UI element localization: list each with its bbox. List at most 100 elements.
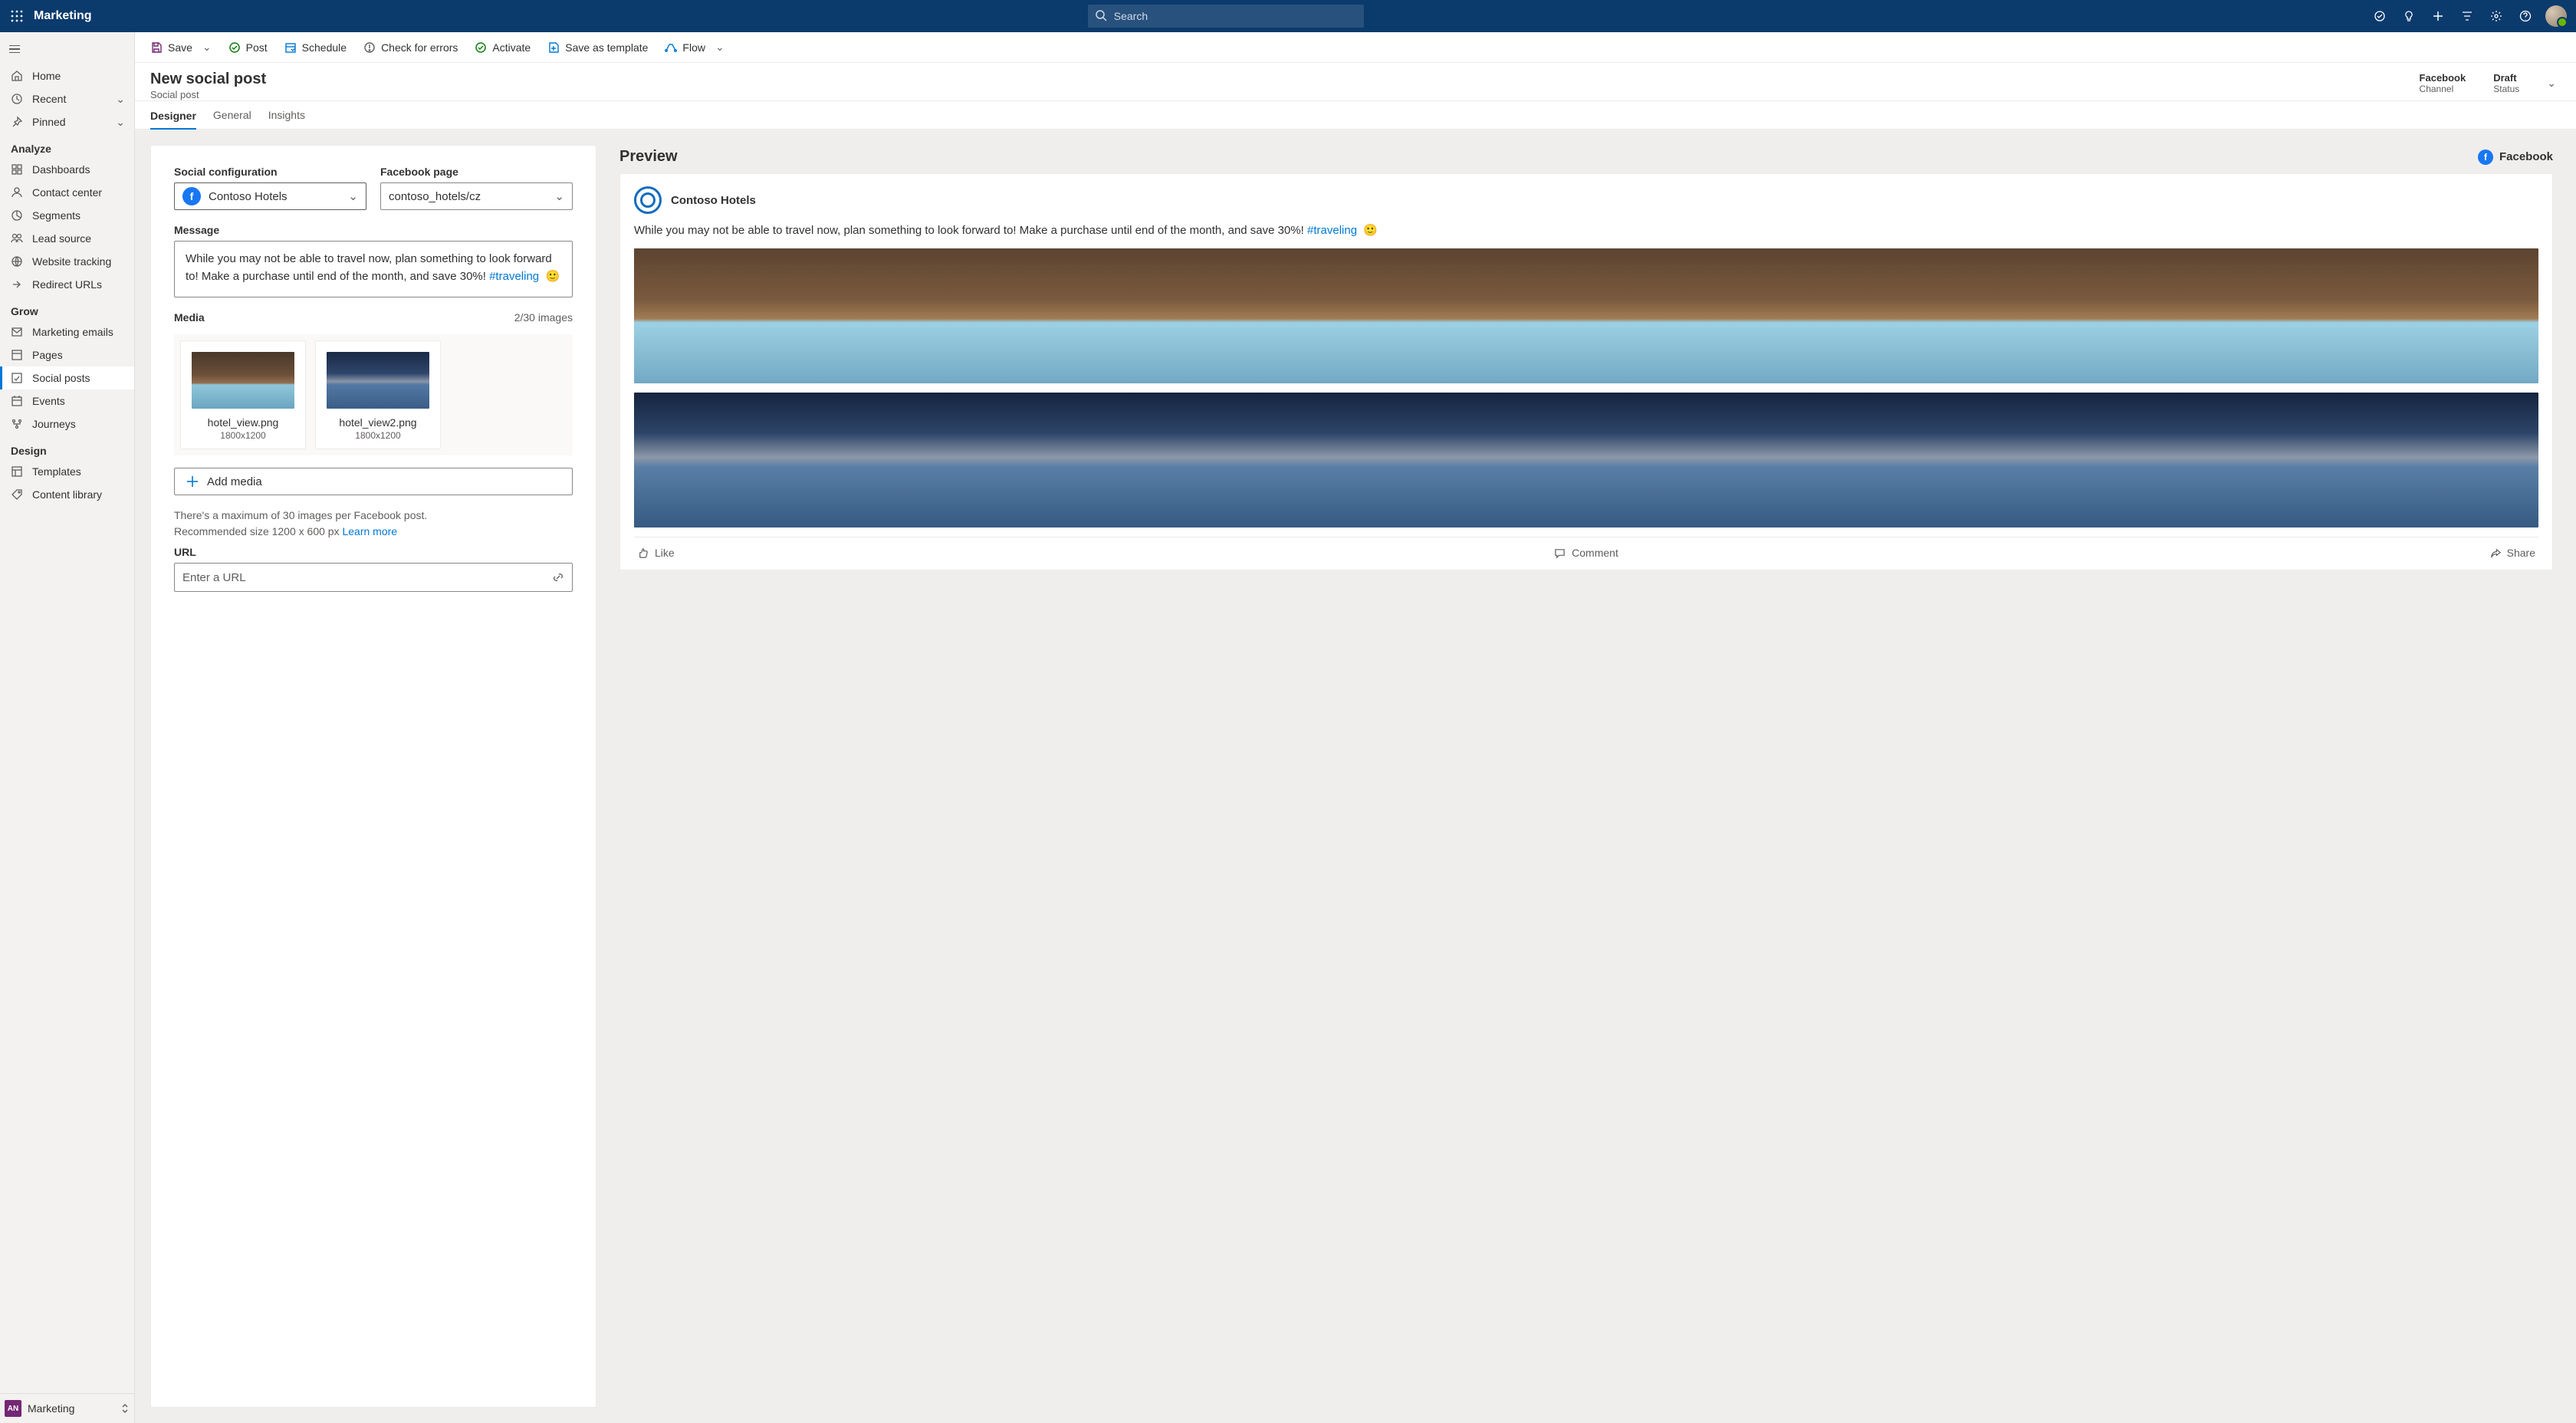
sidebar-item-label: Content library: [32, 488, 102, 501]
sidebar-item-label: Templates: [32, 465, 81, 478]
settings-icon[interactable]: [2482, 0, 2510, 32]
emoji-icon: 🙂: [545, 270, 560, 283]
sidebar-item-label: Recent: [32, 93, 66, 105]
sidebar-item-label: Marketing emails: [32, 326, 113, 338]
sidebar-item-social-posts[interactable]: Social posts: [0, 366, 134, 389]
sidebar-item-label: Journeys: [32, 418, 76, 430]
fb-page-label: Facebook page: [380, 166, 573, 178]
tab-designer[interactable]: Designer: [150, 110, 196, 130]
cmd-save[interactable]: Save⌄: [143, 32, 219, 63]
add-media-button[interactable]: Add media: [174, 468, 573, 495]
media-grid: hotel_view.png 1800x1200 hotel_view2.png…: [174, 334, 573, 455]
sidebar-section-grow: Grow: [0, 296, 134, 320]
area-switcher[interactable]: AN Marketing: [0, 1393, 134, 1423]
url-label: URL: [174, 546, 573, 558]
preview-text: While you may not be able to travel now,…: [634, 222, 2538, 239]
media-note: There's a maximum of 30 images per Faceb…: [174, 508, 573, 540]
preview-title: Preview: [619, 148, 678, 166]
learn-more-link[interactable]: Learn more: [342, 525, 397, 537]
chevron-down-icon[interactable]: ⌄: [202, 41, 212, 54]
command-bar: Save⌄ Post Schedule Check for errors Act…: [135, 32, 2576, 63]
sidebar-item-website-tracking[interactable]: Website tracking: [0, 250, 134, 273]
sidebar-item-pages[interactable]: Pages: [0, 343, 134, 366]
preview-card: Contoso Hotels While you may not be able…: [619, 173, 2553, 570]
tab-insights[interactable]: Insights: [268, 109, 305, 129]
app-title: Marketing: [29, 9, 92, 23]
updown-icon: [120, 1403, 130, 1414]
app-launcher[interactable]: [5, 4, 29, 28]
collapse-nav-icon[interactable]: [9, 41, 25, 57]
chevron-down-icon: ⌄: [554, 189, 564, 203]
fb-page-select[interactable]: contoso_hotels/cz ⌄: [380, 182, 573, 210]
share-button[interactable]: Share: [1904, 544, 2538, 562]
cmd-save-template[interactable]: Save as template: [540, 32, 656, 63]
media-item[interactable]: hotel_view2.png 1800x1200: [315, 340, 441, 449]
cmd-activate[interactable]: Activate: [467, 32, 538, 63]
sidebar-item-content-library[interactable]: Content library: [0, 483, 134, 506]
url-input[interactable]: Enter a URL: [174, 563, 573, 592]
sidebar-item-label: Home: [32, 70, 61, 82]
expand-header-icon[interactable]: ⌄: [2547, 77, 2556, 90]
tab-general[interactable]: General: [213, 109, 251, 129]
sidebar-item-label: Pinned: [32, 116, 66, 128]
cmd-check-errors[interactable]: Check for errors: [356, 32, 465, 63]
chevron-down-icon: ⌄: [116, 93, 125, 106]
user-avatar[interactable]: [2545, 5, 2567, 27]
message-textarea[interactable]: While you may not be able to travel now,…: [174, 241, 573, 297]
sidebar-item-marketing-emails[interactable]: Marketing emails: [0, 320, 134, 343]
search-icon: [1095, 9, 1107, 21]
chevron-down-icon: ⌄: [715, 41, 724, 54]
social-config-label: Social configuration: [174, 166, 366, 178]
sidebar-item-journeys[interactable]: Journeys: [0, 412, 134, 435]
header-status: DraftStatus: [2493, 72, 2519, 94]
sidebar-item-pinned[interactable]: Pinned ⌄: [0, 110, 134, 133]
area-badge: AN: [5, 1400, 21, 1417]
sidebar-item-segments[interactable]: Segments: [0, 204, 134, 227]
cmd-flow[interactable]: Flow⌄: [657, 32, 731, 63]
message-label: Message: [174, 224, 573, 236]
tabs: Designer General Insights: [135, 109, 2576, 129]
chevron-down-icon: ⌄: [348, 189, 358, 203]
add-icon[interactable]: [2424, 0, 2452, 32]
preview-image: [634, 393, 2538, 527]
sidebar-item-lead-source[interactable]: Lead source: [0, 227, 134, 250]
sidebar-item-label: Contact center: [32, 186, 102, 199]
filter-icon[interactable]: [2453, 0, 2481, 32]
sidebar-item-home[interactable]: Home: [0, 64, 134, 87]
sidebar-item-label: Dashboards: [32, 163, 90, 176]
comment-button[interactable]: Comment: [1269, 544, 1904, 562]
area-label: Marketing: [28, 1402, 74, 1415]
sidebar-item-label: Redirect URLs: [32, 278, 102, 291]
cmd-schedule[interactable]: Schedule: [277, 32, 354, 63]
social-config-select[interactable]: f Contoso Hotels ⌄: [174, 182, 366, 210]
like-button[interactable]: Like: [634, 544, 1269, 562]
media-item[interactable]: hotel_view.png 1800x1200: [180, 340, 306, 449]
header-channel: FacebookChannel: [2420, 72, 2466, 94]
assistant-icon[interactable]: [2366, 0, 2394, 32]
designer-form: Social configuration f Contoso Hotels ⌄ …: [150, 145, 596, 1408]
cmd-post[interactable]: Post: [221, 32, 275, 63]
preview-panel: Preview f Facebook Contoso Hotels While …: [612, 130, 2576, 1423]
sidebar-item-label: Pages: [32, 349, 63, 361]
sidebar-item-recent[interactable]: Recent ⌄: [0, 87, 134, 110]
sidebar-item-events[interactable]: Events: [0, 389, 134, 412]
lightbulb-icon[interactable]: [2395, 0, 2423, 32]
sidebar: Home Recent ⌄ Pinned ⌄ Analyze Dashboard…: [0, 32, 135, 1423]
sidebar-item-templates[interactable]: Templates: [0, 460, 134, 483]
main-area: Save⌄ Post Schedule Check for errors Act…: [135, 32, 2576, 1423]
search-input[interactable]: [1088, 5, 1364, 28]
sidebar-item-label: Lead source: [32, 232, 91, 245]
record-header: New social post Social post FacebookChan…: [135, 63, 2576, 101]
sidebar-section-analyze: Analyze: [0, 133, 134, 158]
help-icon[interactable]: [2512, 0, 2539, 32]
sidebar-item-label: Segments: [32, 209, 80, 222]
sidebar-item-contact-center[interactable]: Contact center: [0, 181, 134, 204]
sidebar-item-dashboards[interactable]: Dashboards: [0, 158, 134, 181]
hashtag: #traveling: [489, 270, 539, 283]
sidebar-item-label: Website tracking: [32, 255, 111, 268]
media-thumbnail: [192, 352, 294, 409]
facebook-icon: f: [182, 187, 201, 205]
entity-name: Social post: [150, 89, 266, 100]
sidebar-item-redirect-urls[interactable]: Redirect URLs: [0, 273, 134, 296]
preview-account: Contoso Hotels: [671, 194, 756, 207]
